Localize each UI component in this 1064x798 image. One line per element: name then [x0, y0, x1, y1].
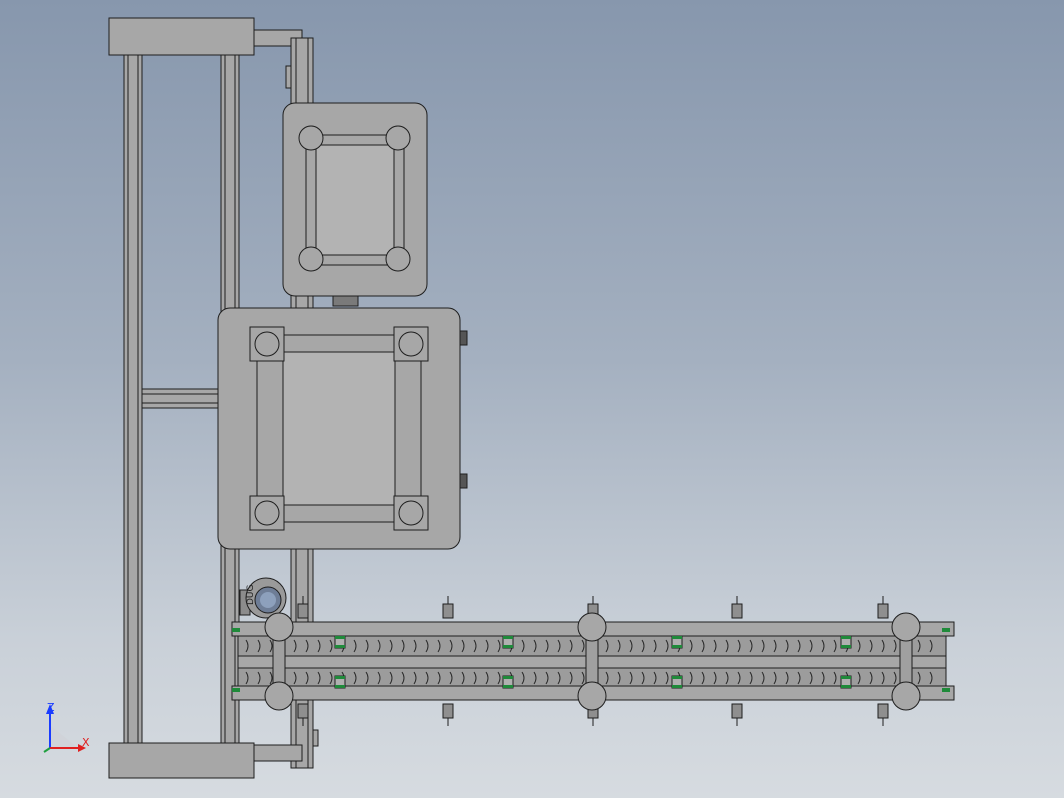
x-axis-label: X [82, 736, 90, 749]
frame-top-plate [108, 17, 255, 56]
z-axis-label: Z [47, 701, 55, 714]
conveyor-pillar [264, 681, 294, 711]
support-stand [877, 603, 889, 619]
support-stand [297, 603, 309, 619]
support-stand [731, 703, 743, 719]
coordinate-triad: Z X [43, 701, 90, 753]
upper-module-clamp [332, 295, 359, 307]
upper-module-post [385, 246, 411, 272]
support-stand [442, 703, 454, 719]
support-stand [442, 603, 454, 619]
conveyor-pillar [264, 612, 294, 642]
lower-module-post [398, 500, 424, 526]
lower-module-knob [459, 330, 468, 346]
upper-module-post [385, 125, 411, 151]
motor-label: DUG [246, 584, 256, 605]
conveyor-pillar [577, 681, 607, 711]
frame-bottom-plate [108, 742, 255, 779]
frame-cross-bar [141, 388, 222, 409]
frame-left-column [123, 54, 143, 744]
cad-viewport[interactable]: DUG Z X [0, 0, 1064, 798]
conveyor-pillar [891, 681, 921, 711]
support-stand [731, 603, 743, 619]
frame-bottom-bracket [253, 744, 303, 762]
support-stand [877, 703, 889, 719]
upper-module-post [298, 125, 324, 151]
upper-module[interactable] [282, 102, 428, 307]
support-stand [297, 703, 309, 719]
lower-module-post [254, 331, 280, 357]
conveyor-pillar [891, 612, 921, 642]
lower-module-post [254, 500, 280, 526]
conveyor[interactable] [231, 596, 955, 726]
lower-module-knob [459, 473, 468, 489]
lower-module-post [398, 331, 424, 357]
conveyor-pillar [577, 612, 607, 642]
upper-module-post [298, 246, 324, 272]
lower-module[interactable] [217, 307, 468, 550]
